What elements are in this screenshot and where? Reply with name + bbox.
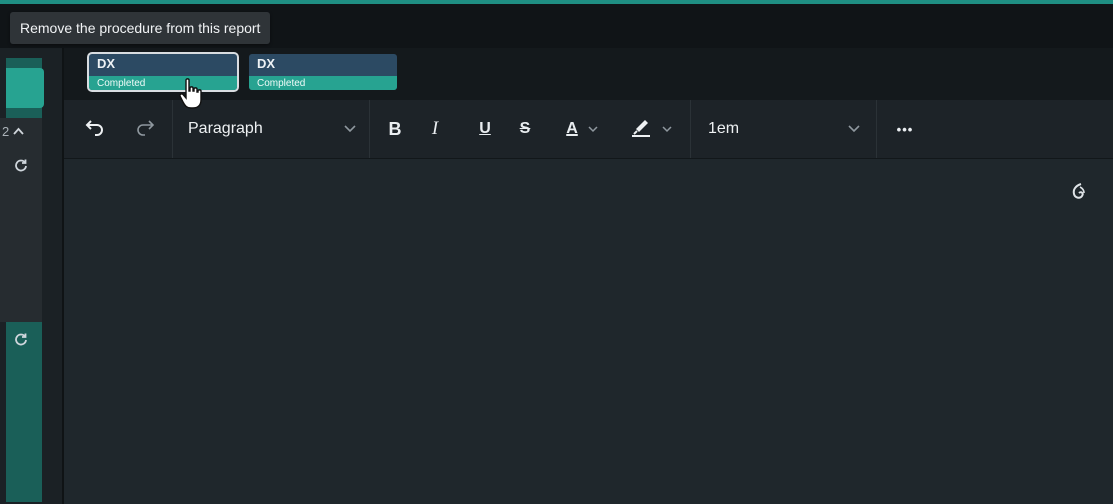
block-format-label: Paragraph [188,120,263,137]
bold-icon: B [388,118,402,139]
block-format-dropdown[interactable]: Paragraph [188,113,356,145]
tooltip: Remove the procedure from this report [10,12,271,44]
redo-button[interactable] [132,113,158,145]
font-color-dropdown[interactable]: A [558,113,606,145]
procedure-chip[interactable]: DX Completed [89,54,237,90]
procedure-chip[interactable]: DX Completed [249,54,397,90]
highlighter-icon [630,117,652,142]
more-icon: ••• [896,121,914,137]
undo-button[interactable] [82,113,108,145]
strikethrough-button[interactable]: S [514,113,536,145]
chevron-up-icon [13,126,24,138]
highlight-color-dropdown[interactable] [622,113,680,145]
procedure-code: DX [97,56,116,71]
refresh-icon[interactable] [14,332,28,346]
rail-counter-value: 2 [2,124,10,139]
toolbar-divider [876,100,877,158]
chevron-down-icon [848,122,860,136]
more-options-button[interactable]: ••• [890,113,920,145]
chevron-down-icon [662,120,672,138]
toolbar-divider [690,100,691,158]
hand-cursor-icon [178,78,208,110]
undo-icon [85,118,105,141]
underline-button[interactable]: U [474,113,496,145]
refresh-icon[interactable] [14,158,28,172]
chevron-down-icon [344,122,356,136]
procedure-code: DX [257,56,276,71]
redo-icon [135,118,155,141]
strikethrough-icon: S [519,120,531,137]
rail-panel [0,118,42,322]
chevron-down-icon [588,120,598,138]
editor-content-area[interactable] [64,159,1113,504]
italic-button[interactable]: I [422,113,448,145]
font-size-label: 1em [708,120,740,137]
tooltip-text: Remove the procedure from this report [20,20,261,36]
font-color-icon: A [566,120,578,137]
procedure-status: Completed [257,78,306,89]
editor-toolbar: Paragraph B I U S A 1em ••• [64,100,1113,159]
bold-button[interactable]: B [382,113,408,145]
underline-icon: U [479,120,491,137]
toolbar-divider [369,100,370,158]
rail-top-button[interactable] [6,68,44,108]
dictation-assist-icon[interactable] [1068,181,1090,203]
toolbar-divider [172,100,173,158]
italic-icon: I [431,118,439,139]
rail-counter[interactable]: 2 [2,124,24,139]
font-size-dropdown[interactable]: 1em [708,113,860,145]
procedure-status: Completed [97,78,146,89]
